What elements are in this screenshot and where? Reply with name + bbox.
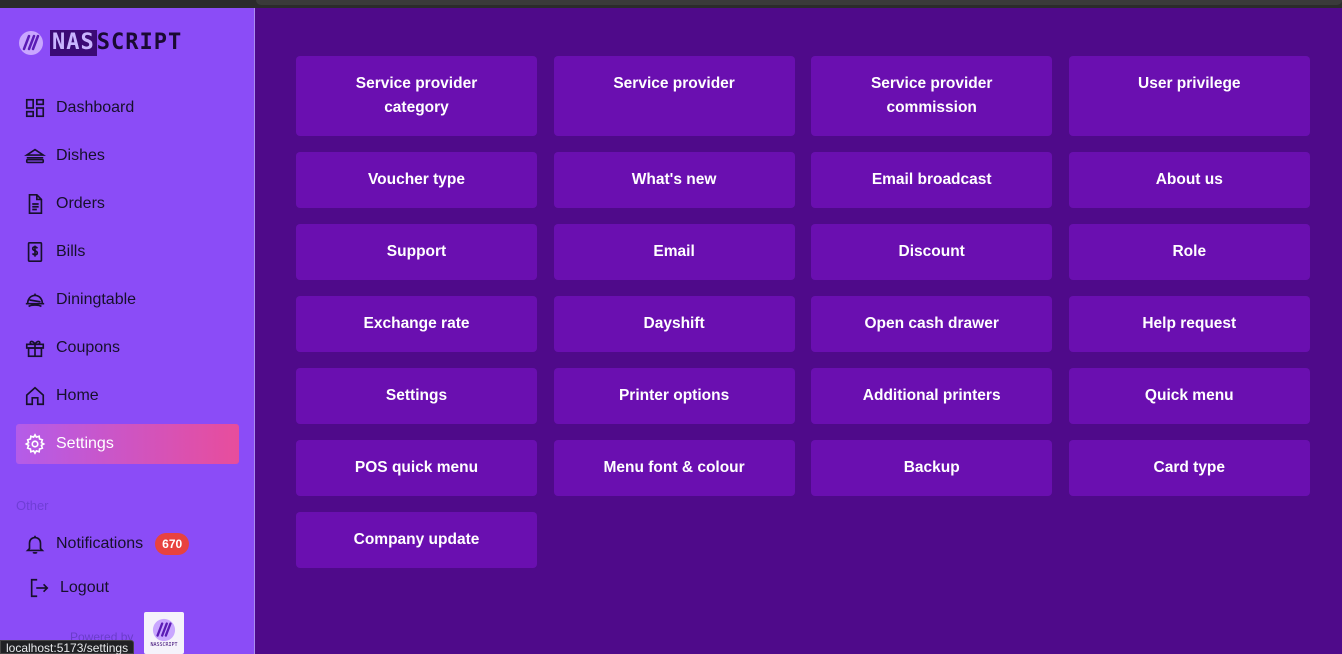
tile-voucher-type[interactable]: Voucher type — [296, 152, 537, 208]
grid-icon — [25, 98, 45, 118]
sidebar-item-label: Dishes — [56, 147, 105, 164]
tile-email-broadcast[interactable]: Email broadcast — [811, 152, 1053, 208]
sidebar-item-notifications[interactable]: Notifications 670 — [16, 524, 239, 564]
sidebar-item-label: Orders — [56, 195, 105, 212]
sidebar-item-logout[interactable]: Logout — [16, 568, 239, 608]
tile-menu-font-colour[interactable]: Menu font & colour — [553, 440, 795, 496]
sidebar-item-bills[interactable]: Bills — [16, 232, 239, 272]
tile-about-us[interactable]: About us — [1068, 152, 1310, 208]
tile-whats-new[interactable]: What's new — [553, 152, 795, 208]
settings-grid: Service provider category Service provid… — [296, 56, 1310, 568]
sidebar-item-orders[interactable]: Orders — [16, 184, 239, 224]
tile-role[interactable]: Role — [1068, 224, 1310, 280]
tile-service-provider[interactable]: Service provider — [553, 56, 795, 136]
document-icon — [28, 194, 43, 214]
sidebar-item-label: Logout — [60, 579, 109, 596]
tile-email[interactable]: Email — [553, 224, 795, 280]
browser-top-bar — [0, 0, 1342, 8]
sidebar-other-group: Notifications 670 Logout — [16, 524, 239, 612]
sidebar-item-diningtable[interactable]: Diningtable — [16, 280, 239, 320]
logout-icon — [30, 578, 49, 598]
tile-user-privilege[interactable]: User privilege — [1068, 56, 1310, 136]
tile-service-provider-commission[interactable]: Service provider commission — [811, 56, 1053, 136]
logo-script-text: SCRIPT — [96, 30, 183, 55]
cloche-icon — [25, 293, 45, 308]
tile-settings[interactable]: Settings — [296, 368, 537, 424]
sidebar-item-label: Notifications — [56, 535, 144, 552]
tile-help-request[interactable]: Help request — [1068, 296, 1310, 352]
sidebar-item-label: Home — [56, 387, 99, 404]
tile-support[interactable]: Support — [296, 224, 537, 280]
tile-open-cash-drawer[interactable]: Open cash drawer — [811, 296, 1053, 352]
sidebar: NAS SCRIPT Dashboard Dishes Orders Bills… — [0, 8, 255, 654]
sidebar-item-label: Bills — [56, 243, 86, 260]
tile-additional-printers[interactable]: Additional printers — [811, 368, 1053, 424]
sidebar-item-label: Dashboard — [56, 99, 135, 116]
sandwich-icon — [24, 148, 46, 164]
sidebar-item-label: Settings — [56, 435, 114, 452]
sidebar-item-dishes[interactable]: Dishes — [16, 136, 239, 176]
sidebar-item-label: Diningtable — [56, 291, 137, 308]
sidebar-item-home[interactable]: Home — [16, 376, 239, 416]
sidebar-item-settings[interactable]: Settings — [16, 424, 239, 464]
tile-pos-quick-menu[interactable]: POS quick menu — [296, 440, 537, 496]
receipt-dollar-icon — [27, 242, 43, 262]
tile-service-provider-category[interactable]: Service provider category — [296, 56, 537, 136]
section-other-label: Other — [16, 498, 49, 513]
sidebar-item-label: Coupons — [56, 339, 121, 356]
logo-mark-icon — [152, 618, 176, 642]
sidebar-nav: Dashboard Dishes Orders Bills Diningtabl… — [16, 88, 239, 472]
app-logo[interactable]: NAS SCRIPT — [18, 28, 182, 58]
bell-icon — [25, 535, 45, 554]
gear-icon — [24, 433, 46, 455]
sidebar-item-dashboard[interactable]: Dashboard — [16, 88, 239, 128]
notification-count-badge: 670 — [155, 533, 190, 555]
browser-status-url: localhost:5173/settings — [0, 640, 135, 654]
browser-tab-strip — [256, 0, 1342, 5]
tile-exchange-rate[interactable]: Exchange rate — [296, 296, 537, 352]
gift-icon — [25, 340, 45, 358]
sidebar-item-coupons[interactable]: Coupons — [16, 328, 239, 368]
powered-logo-text: NASSCRIPT — [150, 642, 178, 648]
logo-mark-icon — [19, 31, 43, 55]
logo-nas-text: NAS — [50, 30, 97, 56]
tile-backup[interactable]: Backup — [811, 440, 1053, 496]
tile-discount[interactable]: Discount — [811, 224, 1053, 280]
powered-by-logo: NASSCRIPT — [144, 612, 184, 654]
tile-dayshift[interactable]: Dayshift — [553, 296, 795, 352]
tile-printer-options[interactable]: Printer options — [553, 368, 795, 424]
tile-quick-menu[interactable]: Quick menu — [1068, 368, 1310, 424]
home-icon — [25, 386, 45, 406]
tile-card-type[interactable]: Card type — [1068, 440, 1310, 496]
tile-company-update[interactable]: Company update — [296, 512, 537, 568]
